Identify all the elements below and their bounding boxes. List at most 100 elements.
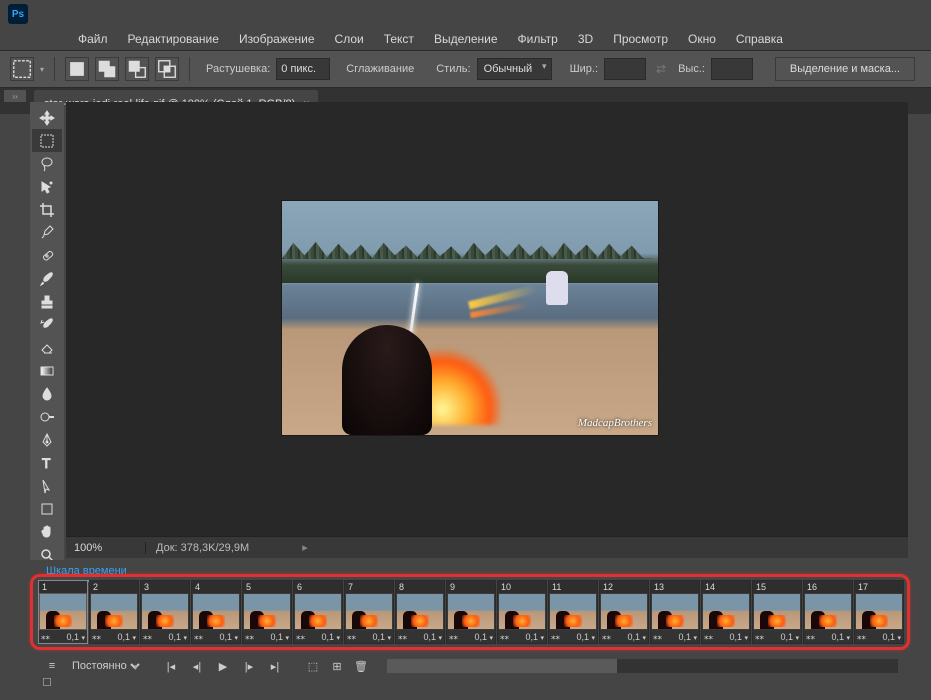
timeline-frame[interactable]: 8⁎⁎0,1 ▾ [395, 580, 445, 644]
frame-delay[interactable]: ⁎⁎0,1 ▾ [396, 630, 444, 643]
timeline-frame[interactable]: 5⁎⁎0,1 ▾ [242, 580, 292, 644]
timeline-controls: ≡ Постоянно |◂ ◂| ▶ |▸ ▸| ⬚ ⊞ 🗑 [36, 654, 906, 678]
timeline-frame[interactable]: 13⁎⁎0,1 ▾ [650, 580, 700, 644]
frame-thumb [805, 594, 851, 629]
menu-layer[interactable]: Слои [325, 28, 374, 50]
frame-delay[interactable]: ⁎⁎0,1 ▾ [39, 630, 87, 643]
selection-intersect-icon[interactable] [155, 57, 179, 81]
timeline-frame[interactable]: 10⁎⁎0,1 ▾ [497, 580, 547, 644]
height-input [711, 58, 753, 80]
timeline-frame[interactable]: 14⁎⁎0,1 ▾ [701, 580, 751, 644]
lasso-tool-icon[interactable] [32, 152, 62, 175]
active-tool-marquee-icon[interactable] [10, 57, 34, 81]
gradient-tool-icon[interactable] [32, 359, 62, 382]
selection-add-icon[interactable] [95, 57, 119, 81]
menu-3d[interactable]: 3D [568, 28, 603, 50]
menubar: Файл Редактирование Изображение Слои Тек… [0, 28, 931, 50]
frame-delay[interactable]: ⁎⁎0,1 ▾ [498, 630, 546, 643]
style-select[interactable]: Обычный [477, 58, 552, 80]
frame-delay[interactable]: ⁎⁎0,1 ▾ [549, 630, 597, 643]
stamp-tool-icon[interactable] [32, 290, 62, 313]
menu-edit[interactable]: Редактирование [118, 28, 229, 50]
frame-delay[interactable]: ⁎⁎0,1 ▾ [447, 630, 495, 643]
frame-thumb [754, 594, 800, 629]
timeline-scrollbar[interactable] [387, 659, 898, 673]
last-frame-icon[interactable]: ▸| [267, 658, 283, 674]
select-and-mask-button[interactable]: Выделение и маска... [775, 57, 915, 81]
tween-icon[interactable]: ⬚ [305, 658, 321, 674]
path-select-tool-icon[interactable] [32, 474, 62, 497]
quickmask-icon[interactable]: ◻ [30, 674, 64, 688]
frame-delay[interactable]: ⁎⁎0,1 ▾ [804, 630, 852, 643]
frame-delay[interactable]: ⁎⁎0,1 ▾ [294, 630, 342, 643]
menu-select[interactable]: Выделение [424, 28, 508, 50]
zoom-field[interactable]: 100% [66, 542, 146, 554]
selection-new-icon[interactable] [65, 57, 89, 81]
selection-subtract-icon[interactable] [125, 57, 149, 81]
frame-delay[interactable]: ⁎⁎0,1 ▾ [651, 630, 699, 643]
collapse-toggle-icon[interactable]: ›› [4, 90, 26, 102]
crop-tool-icon[interactable] [32, 198, 62, 221]
canvas-area[interactable]: MadcapBrothers [66, 102, 908, 558]
menu-file[interactable]: Файл [68, 28, 118, 50]
brush-tool-icon[interactable] [32, 267, 62, 290]
quick-select-tool-icon[interactable] [32, 175, 62, 198]
frame-delay[interactable]: ⁎⁎0,1 ▾ [90, 630, 138, 643]
first-frame-icon[interactable]: |◂ [163, 658, 179, 674]
frame-number: 12 [600, 581, 648, 593]
eraser-tool-icon[interactable] [32, 336, 62, 359]
blur-tool-icon[interactable] [32, 382, 62, 405]
move-tool-icon[interactable] [32, 106, 62, 129]
new-frame-icon[interactable]: ⊞ [329, 658, 345, 674]
timeline-frame[interactable]: 3⁎⁎0,1 ▾ [140, 580, 190, 644]
doc-info[interactable]: Док: 378,3K/29,9M ▸ [146, 541, 318, 554]
timeline-tab[interactable]: Шкала времени [40, 562, 133, 582]
eyedropper-tool-icon[interactable] [32, 221, 62, 244]
frame-delay[interactable]: ⁎⁎0,1 ▾ [345, 630, 393, 643]
timeline-frame[interactable]: 11⁎⁎0,1 ▾ [548, 580, 598, 644]
delete-frame-icon[interactable]: 🗑 [353, 658, 369, 674]
timeline-menu-icon[interactable]: ≡ [44, 658, 60, 674]
hand-tool-icon[interactable] [32, 520, 62, 543]
timeline-frame[interactable]: 6⁎⁎0,1 ▾ [293, 580, 343, 644]
frame-delay[interactable]: ⁎⁎0,1 ▾ [243, 630, 291, 643]
dodge-tool-icon[interactable] [32, 405, 62, 428]
type-tool-icon[interactable]: T [32, 451, 62, 474]
menu-window[interactable]: Окно [678, 28, 726, 50]
frame-delay[interactable]: ⁎⁎0,1 ▾ [855, 630, 903, 643]
chevron-right-icon[interactable]: ▸ [302, 542, 308, 554]
timeline-frame[interactable]: 12 ⁎⁎0,1 ▾ [599, 580, 649, 644]
frame-number: 17 [855, 581, 903, 593]
timeline-frame[interactable]: 7⁎⁎0,1 ▾ [344, 580, 394, 644]
timeline-frame[interactable]: 2⁎⁎0,1 ▾ [89, 580, 139, 644]
pen-tool-icon[interactable] [32, 428, 62, 451]
frame-delay[interactable]: ⁎⁎0,1 ▾ [753, 630, 801, 643]
prev-frame-icon[interactable]: ◂| [189, 658, 205, 674]
frame-delay[interactable]: ⁎⁎0,1 ▾ [600, 630, 648, 643]
menu-view[interactable]: Просмотр [603, 28, 678, 50]
width-input [604, 58, 646, 80]
width-label: Шир.: [570, 63, 598, 75]
menu-image[interactable]: Изображение [229, 28, 325, 50]
timeline-frame[interactable]: 17 ⁎⁎0,1 ▾ [854, 580, 904, 644]
frame-delay[interactable]: ⁎⁎0,1 ▾ [141, 630, 189, 643]
frame-delay[interactable]: ⁎⁎0,1 ▾ [192, 630, 240, 643]
menu-type[interactable]: Текст [374, 28, 424, 50]
loop-select[interactable]: Постоянно [68, 659, 143, 673]
timeline-frame[interactable]: 1⁎⁎0,1 ▾ [38, 580, 88, 644]
frame-delay[interactable]: ⁎⁎0,1 ▾ [702, 630, 750, 643]
timeline-frame[interactable]: 9⁎⁎0,1 ▾ [446, 580, 496, 644]
next-frame-icon[interactable]: |▸ [241, 658, 257, 674]
play-icon[interactable]: ▶ [215, 658, 231, 674]
menu-filter[interactable]: Фильтр [508, 28, 568, 50]
menu-help[interactable]: Справка [726, 28, 793, 50]
timeline-frame[interactable]: 4⁎⁎0,1 ▾ [191, 580, 241, 644]
timeline-frame[interactable]: 15⁎⁎0,1 ▾ [752, 580, 802, 644]
shape-tool-icon[interactable] [32, 497, 62, 520]
frame-thumb [397, 594, 443, 629]
healing-tool-icon[interactable] [32, 244, 62, 267]
feather-input[interactable] [276, 58, 330, 80]
timeline-frame[interactable]: 16⁎⁎0,1 ▾ [803, 580, 853, 644]
marquee-tool-icon[interactable] [32, 129, 62, 152]
history-brush-tool-icon[interactable] [32, 313, 62, 336]
